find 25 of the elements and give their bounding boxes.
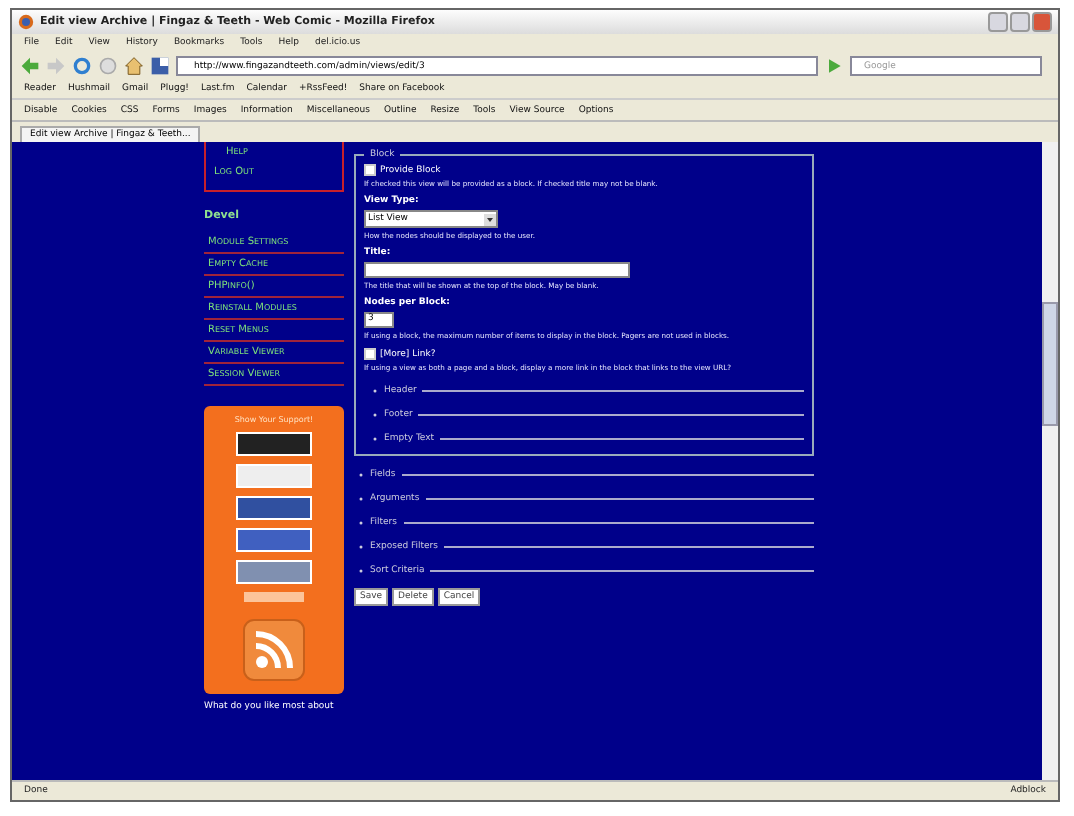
stop-icon[interactable] (98, 56, 118, 76)
bullet-icon (372, 388, 378, 394)
dropdown-arrow-icon (484, 213, 496, 225)
forward-icon[interactable] (46, 56, 66, 76)
rss-icon[interactable] (242, 618, 306, 682)
scrollbar[interactable] (1042, 142, 1058, 780)
home-icon[interactable] (124, 56, 144, 76)
checkbox[interactable] (364, 348, 376, 360)
grid-icon[interactable] (150, 56, 170, 76)
back-icon[interactable] (20, 56, 40, 76)
go-icon[interactable] (824, 56, 844, 76)
bullet-icon (358, 520, 364, 526)
checkbox[interactable] (364, 164, 376, 176)
reload-icon[interactable] (72, 56, 92, 76)
bullet-icon (358, 472, 364, 478)
bullet-icon (358, 544, 364, 550)
maximize-button[interactable] (1010, 12, 1030, 32)
bullet-icon (358, 568, 364, 574)
browser-logo-icon (18, 14, 34, 30)
minimize-button[interactable] (988, 12, 1008, 32)
bullet-icon (372, 436, 378, 442)
bullet-icon (372, 412, 378, 418)
title-input-field[interactable] (364, 262, 630, 278)
bullet-icon (358, 496, 364, 502)
close-button[interactable] (1032, 12, 1052, 32)
